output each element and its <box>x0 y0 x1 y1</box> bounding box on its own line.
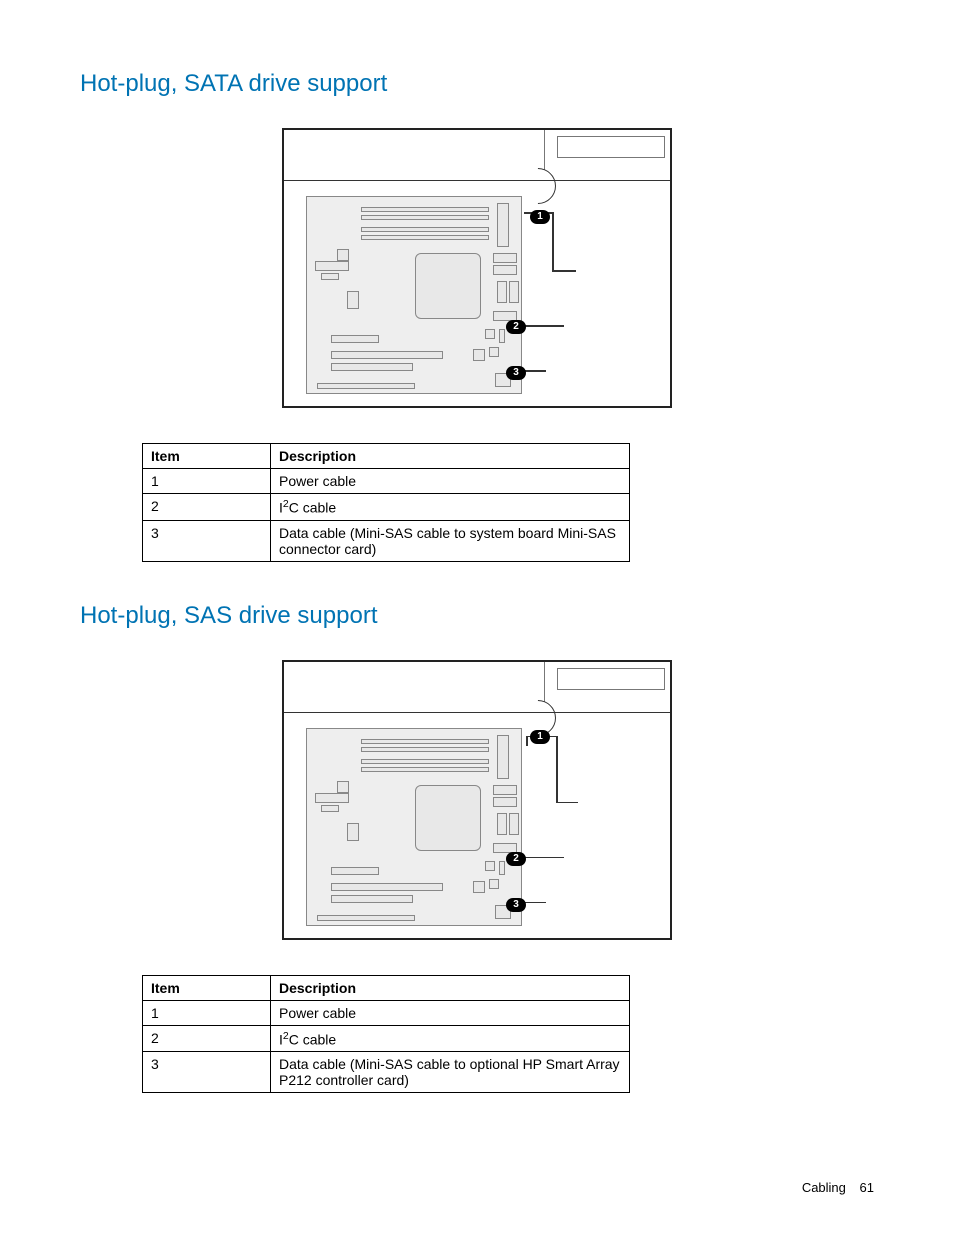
section-heading-sata: Hot-plug, SATA drive support <box>80 70 874 98</box>
table-cell-item: 1 <box>143 1000 271 1025</box>
table-cell-item: 3 <box>143 520 271 561</box>
table-header-item: Item <box>143 444 271 469</box>
diagram-2: 1 2 3 <box>282 660 672 940</box>
section-heading-sas: Hot-plug, SAS drive support <box>80 602 874 630</box>
table-row: 1 Power cable <box>143 469 630 494</box>
page-footer: Cabling 61 <box>802 1180 874 1195</box>
diagram-1-wrap: 1 2 3 <box>80 128 874 413</box>
diagram-2-wrap: 1 2 3 <box>80 660 874 945</box>
footer-page-number: 61 <box>860 1180 874 1195</box>
table-row: 2 I2C cable <box>143 1025 630 1052</box>
table-row: Item Description <box>143 444 630 469</box>
table-sas: Item Description 1 Power cable 2 I2C cab… <box>142 975 630 1094</box>
table-sata: Item Description 1 Power cable 2 I2C cab… <box>142 443 630 562</box>
diagram1-callout-2: 2 <box>506 320 526 334</box>
diagram2-callout-3: 3 <box>506 898 526 912</box>
diagram2-callout-2: 2 <box>506 852 526 866</box>
table-cell-description: Power cable <box>271 469 630 494</box>
table-header-description: Description <box>271 975 630 1000</box>
diagram1-callout-1: 1 <box>530 210 550 224</box>
table-cell-item: 3 <box>143 1052 271 1093</box>
table-row: 3 Data cable (Mini-SAS cable to optional… <box>143 1052 630 1093</box>
table-cell-item: 1 <box>143 469 271 494</box>
diagram-1: 1 2 3 <box>282 128 672 408</box>
table-cell-description: I2C cable <box>271 1025 630 1052</box>
table-row: 2 I2C cable <box>143 494 630 521</box>
table-header-description: Description <box>271 444 630 469</box>
table-row: 1 Power cable <box>143 1000 630 1025</box>
diagram1-callout-3: 3 <box>506 366 526 380</box>
footer-section: Cabling <box>802 1180 846 1195</box>
table-cell-description: Power cable <box>271 1000 630 1025</box>
diagram2-callout-1: 1 <box>530 730 550 744</box>
table-cell-item: 2 <box>143 1025 271 1052</box>
table-cell-item: 2 <box>143 494 271 521</box>
table-cell-description: I2C cable <box>271 494 630 521</box>
table-header-item: Item <box>143 975 271 1000</box>
table-row: Item Description <box>143 975 630 1000</box>
table-cell-description: Data cable (Mini-SAS cable to system boa… <box>271 520 630 561</box>
table-row: 3 Data cable (Mini-SAS cable to system b… <box>143 520 630 561</box>
table-cell-description: Data cable (Mini-SAS cable to optional H… <box>271 1052 630 1093</box>
